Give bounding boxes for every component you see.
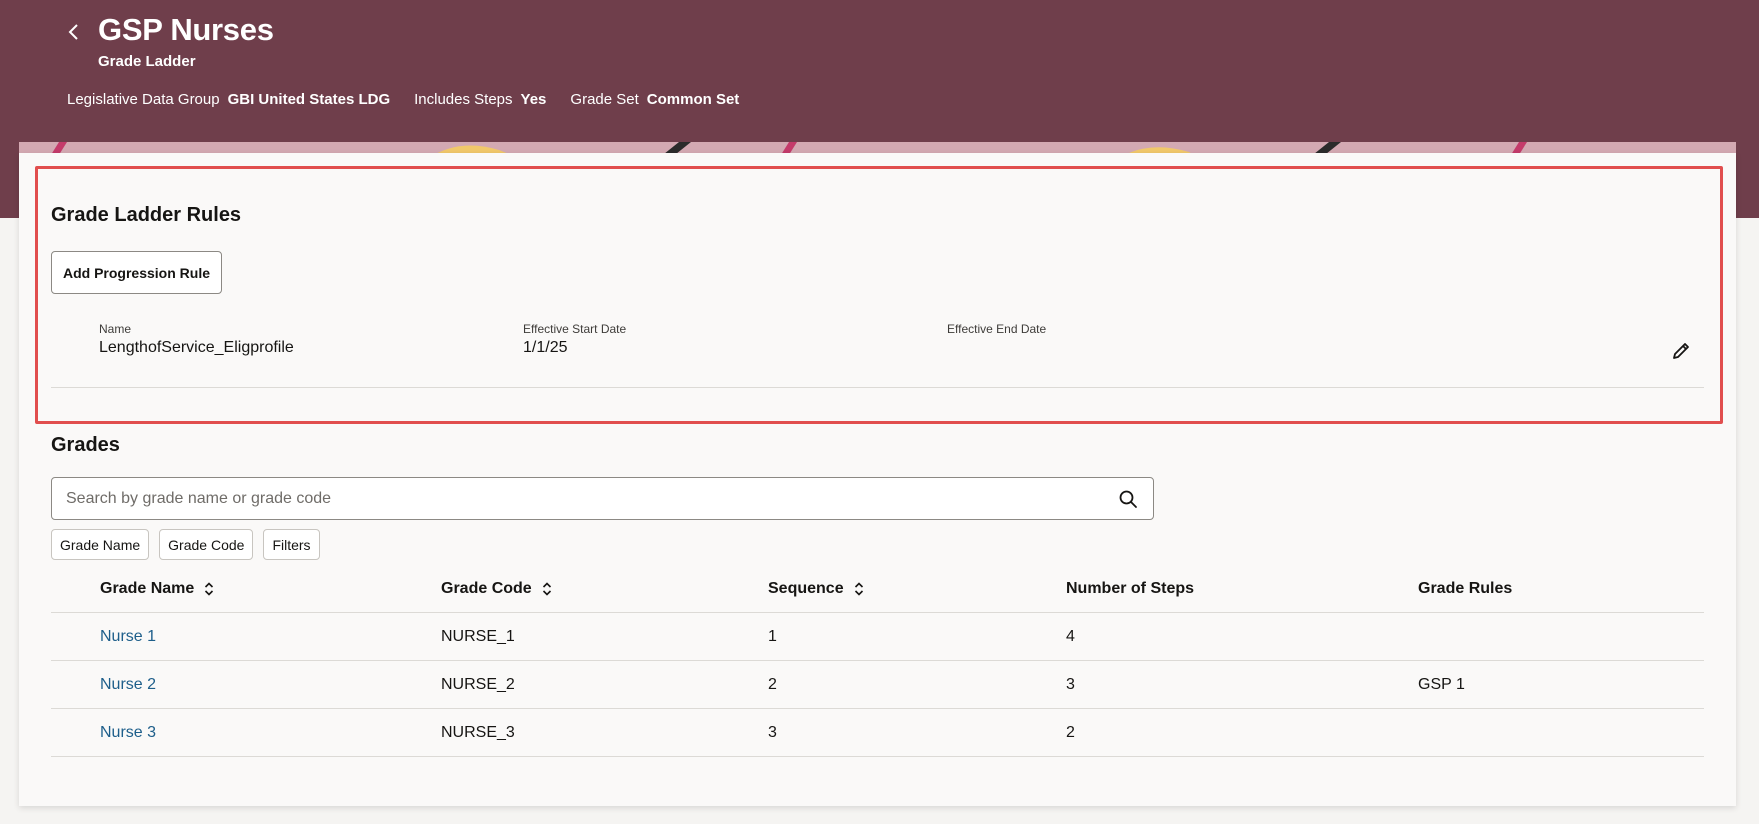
meta-label: Includes Steps [414,91,513,108]
meta-value: GBI United States LDG [227,91,391,108]
table-row: Nurse 1 NURSE_1 1 4 [51,613,1704,661]
steps-cell: 3 [1066,676,1075,693]
grade-name-link[interactable]: Nurse 3 [100,709,156,757]
col-grade-rules: Grade Rules [1418,565,1512,613]
chip-grade-name[interactable]: Grade Name [51,529,150,560]
grade-name-link[interactable]: Nurse 2 [100,661,156,709]
grade-search-input[interactable] [66,478,1106,519]
chip-grade-code[interactable]: Grade Code [159,529,254,560]
header-meta: Legislative Data Group GBI United States… [67,91,739,108]
rule-start-col: Effective Start Date 1/1/25 [523,322,626,357]
col-label: Number of Steps [1066,580,1195,597]
sort-updown-icon[interactable] [854,582,864,596]
rule-start-value: 1/1/25 [523,339,568,356]
grade-rules-cell: GSP 1 [1418,676,1465,693]
grade-ladder-rules-title: Grade Ladder Rules [51,204,242,226]
add-progression-rule-button[interactable]: Add Progression Rule [51,251,222,294]
meta-includes-steps: Includes Steps Yes [414,91,546,108]
rule-end-label: Effective End Date [947,322,1047,336]
col-number-of-steps: Number of Steps [1066,565,1194,613]
meta-ldg: Legislative Data Group GBI United States… [67,91,390,108]
sequence-cell: 1 [768,628,777,645]
chip-filters[interactable]: Filters [263,529,320,560]
rule-name-label: Name [99,322,132,336]
meta-label: Legislative Data Group [67,91,220,108]
rule-row: Name LengthofService_Eligprofile Effecti… [99,322,1699,372]
sequence-cell: 3 [768,724,777,741]
grade-name-link[interactable]: Nurse 1 [100,613,156,661]
meta-label: Grade Set [570,91,639,108]
search-button[interactable] [1116,487,1140,511]
grades-table: Grade Name Grade Code Sequence Number of… [51,565,1704,757]
table-row: Nurse 3 NURSE_3 3 2 [51,709,1704,757]
edit-rule-button[interactable] [1666,336,1696,366]
sort-updown-icon[interactable] [204,582,214,596]
meta-grade-set: Grade Set Common Set [570,91,739,108]
col-label: Sequence [768,580,844,597]
sequence-cell: 2 [768,676,777,693]
rule-start-label: Effective Start Date [523,322,627,336]
steps-cell: 4 [1066,628,1075,645]
grade-code-cell: NURSE_3 [441,724,515,741]
col-label: Grade Name [100,580,195,597]
meta-value: Yes [520,91,547,108]
filter-chips: Grade Name Grade Code Filters [51,529,320,560]
col-label: Grade Code [441,580,532,597]
rules-divider [51,387,1704,388]
grade-code-cell: NURSE_2 [441,676,515,693]
rule-name-value: LengthofService_Eligprofile [99,339,294,356]
back-chevron-icon [68,24,78,40]
col-sequence[interactable]: Sequence [768,565,864,613]
grades-title: Grades [51,434,120,456]
table-row: Nurse 2 NURSE_2 2 3 GSP 1 [51,661,1704,709]
grade-search-box [51,477,1154,520]
sort-updown-icon[interactable] [542,582,552,596]
col-label: Grade Rules [1418,580,1513,597]
pencil-edit-icon [1673,343,1689,359]
col-grade-name[interactable]: Grade Name [100,565,214,613]
rule-end-col: Effective End Date [947,322,1046,339]
table-header: Grade Name Grade Code Sequence Number of… [51,565,1704,613]
page-title: GSP Nurses [98,12,274,47]
grade-code-cell: NURSE_1 [441,628,515,645]
meta-value: Common Set [646,91,740,108]
col-grade-code[interactable]: Grade Code [441,565,552,613]
back-button[interactable] [58,16,90,48]
page-subtitle: Grade Ladder [98,53,196,70]
rule-name-col: Name LengthofService_Eligprofile [99,322,294,357]
steps-cell: 2 [1066,724,1075,741]
search-icon [1119,490,1137,508]
